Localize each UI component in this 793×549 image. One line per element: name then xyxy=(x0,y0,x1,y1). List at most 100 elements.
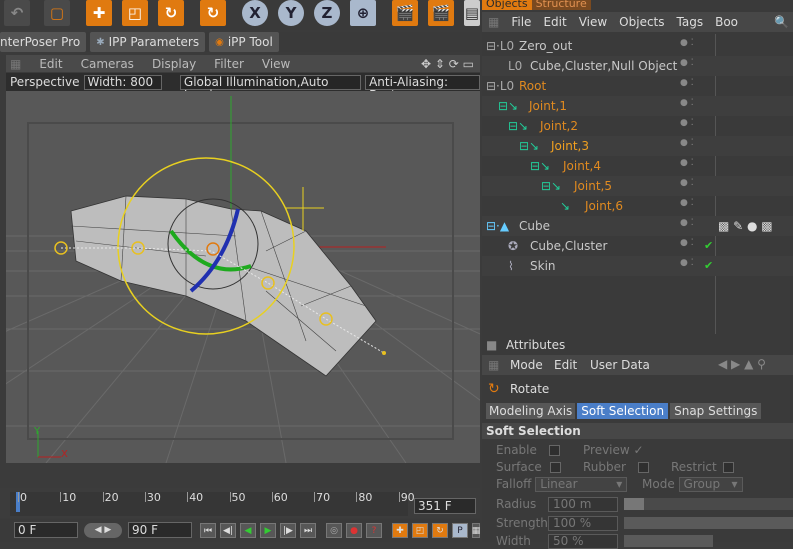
object-row[interactable]: ↘ Joint,6 xyxy=(482,196,793,216)
visibility-toggle[interactable]: ● ⁚ xyxy=(680,178,694,188)
menu-objects[interactable]: Objects xyxy=(619,15,664,29)
preview-check-icon[interactable]: ✓ xyxy=(634,443,644,457)
scale-icon[interactable]: ◰ xyxy=(122,0,148,26)
3d-viewport[interactable]: Y X xyxy=(6,91,480,463)
visibility-toggle[interactable]: ● ⁚ xyxy=(680,78,694,88)
rotate-key-icon[interactable]: ↻ xyxy=(432,523,448,538)
visibility-toggle[interactable]: ● ⁚ xyxy=(680,258,694,268)
mode-dropdown[interactable]: Group ▾ xyxy=(678,477,743,492)
menu-edit[interactable]: Edit xyxy=(39,57,62,71)
tab-soft-selection[interactable]: Soft Selection xyxy=(577,403,669,419)
visibility-toggle[interactable]: ● ⁚ xyxy=(680,38,694,48)
menu-bookmarks[interactable]: Boo xyxy=(715,15,738,29)
end-frame-field[interactable]: 351 F xyxy=(414,498,476,514)
x-axis-button[interactable]: X xyxy=(242,0,268,26)
tab-interposer-pro[interactable]: nterPoser Pro xyxy=(0,32,87,52)
tab-ipp-parameters[interactable]: ✱ IPP Parameters xyxy=(90,32,206,52)
enable-checkbox[interactable] xyxy=(548,445,560,456)
search-icon[interactable]: 🔍 xyxy=(774,15,789,29)
timeline[interactable]: 0 10 20 30 40 50 60 70 80 90 351 F xyxy=(0,488,480,518)
world-coords-icon[interactable]: ⊕ xyxy=(350,0,376,26)
menu-file[interactable]: File xyxy=(511,15,531,29)
radius-field[interactable]: 100 m xyxy=(548,497,618,512)
z-axis-button[interactable]: Z xyxy=(314,0,340,26)
step-back-icon[interactable]: ◀| xyxy=(220,523,236,538)
y-axis-button[interactable]: Y xyxy=(278,0,304,26)
enabled-check-icon[interactable]: ✔ xyxy=(704,239,713,252)
goto-end-icon[interactable]: ⏭ xyxy=(300,523,316,538)
record-keys-icon[interactable]: ◎ xyxy=(326,523,342,538)
menu-edit[interactable]: Edit xyxy=(554,358,577,372)
menu-edit[interactable]: Edit xyxy=(543,15,566,29)
restrict-checkbox[interactable] xyxy=(722,462,734,473)
surface-checkbox[interactable] xyxy=(549,462,561,473)
menu-filter[interactable]: Filter xyxy=(214,57,244,71)
nav-arrow-icons[interactable]: ◀ ▶ ▲ ⚲ xyxy=(718,357,766,371)
object-row[interactable]: ⊟·▲ Cube ▩ ✎ ● ▩ xyxy=(482,216,793,236)
visibility-toggle[interactable]: ● ⁚ xyxy=(680,138,694,148)
menu-view[interactable]: View xyxy=(579,15,607,29)
move-key-icon[interactable]: ✚ xyxy=(392,523,408,538)
tab-ipp-tool[interactable]: ◉ iPP Tool xyxy=(209,32,279,52)
object-row[interactable]: ⊟·L0 Zero_out xyxy=(482,36,793,56)
visibility-toggle[interactable]: ● ⁚ xyxy=(680,118,694,128)
cube-tags[interactable]: ▩ ✎ ● ▩ xyxy=(718,219,773,233)
menu-cameras[interactable]: Cameras xyxy=(81,57,134,71)
tab-structure[interactable]: Structure xyxy=(531,0,591,10)
object-row[interactable]: ⊟↘ Joint,1 xyxy=(482,96,793,116)
visibility-toggle[interactable]: ● ⁚ xyxy=(680,158,694,168)
viewport-nav-icons[interactable]: ✥ ⇕ ⟳ ▭ xyxy=(421,57,474,71)
record-icon[interactable]: ● xyxy=(346,523,362,538)
falloff-dropdown[interactable]: Linear ▾ xyxy=(535,477,628,492)
object-row[interactable]: ⌇ Skin xyxy=(482,256,793,276)
visibility-toggle[interactable]: ● ⁚ xyxy=(680,238,694,248)
max-frame-field[interactable]: 90 F xyxy=(128,522,192,538)
menu-display[interactable]: Display xyxy=(152,57,196,71)
menu-user-data[interactable]: User Data xyxy=(590,358,650,372)
current-frame-field[interactable]: 0 F xyxy=(14,522,78,538)
object-row[interactable]: ⊟↘ Joint,4 xyxy=(482,156,793,176)
rubber-checkbox[interactable] xyxy=(637,462,649,473)
object-row[interactable]: ⊟↘ Joint,3 xyxy=(482,136,793,156)
help-icon[interactable]: ? xyxy=(366,523,382,538)
tab-objects[interactable]: Objects xyxy=(482,0,532,10)
visibility-toggle[interactable]: ● ⁚ xyxy=(680,218,694,228)
object-row[interactable]: ⊟↘ Joint,5 xyxy=(482,176,793,196)
menu-tags[interactable]: Tags xyxy=(677,15,704,29)
visibility-toggle[interactable]: ● ⁚ xyxy=(680,98,694,108)
goto-start-icon[interactable]: ⏮ xyxy=(200,523,216,538)
tab-modeling-axis[interactable]: Modeling Axis xyxy=(486,403,576,419)
undo-icon[interactable]: ↶ xyxy=(4,0,30,26)
render-mode[interactable]: Global Illumination,Auto Load xyxy=(179,74,362,101)
strength-slider[interactable] xyxy=(624,517,793,529)
rotate-active-icon[interactable]: ↻ xyxy=(200,0,226,26)
render-picture-icon[interactable]: 🎬 xyxy=(428,0,454,26)
scale-key-icon[interactable]: ◰ xyxy=(412,523,428,538)
object-row[interactable]: L0 Cube,Cluster,Null Object xyxy=(482,56,793,76)
object-row[interactable]: ⊟·L0 Root xyxy=(482,76,793,96)
anti-aliasing[interactable]: Anti-Aliasing: Best xyxy=(365,74,481,101)
move-icon[interactable]: ✚ xyxy=(86,0,112,26)
param-key-icon[interactable]: P xyxy=(452,523,468,538)
width-slider[interactable] xyxy=(624,535,713,547)
object-row[interactable]: ⊟↘ Joint,2 xyxy=(482,116,793,136)
menu-mode[interactable]: Mode xyxy=(510,358,543,372)
frame-range-slider[interactable]: ◀ ▶ xyxy=(84,523,122,538)
menu-view[interactable]: View xyxy=(262,57,290,71)
step-forward-icon[interactable]: |▶ xyxy=(280,523,296,538)
play-icon[interactable]: ▶ xyxy=(260,523,276,538)
visibility-toggle[interactable]: ● ⁚ xyxy=(680,198,694,208)
visibility-toggle[interactable]: ● ⁚ xyxy=(680,58,694,68)
select-icon[interactable]: ▢ xyxy=(44,0,70,26)
render-view-icon[interactable]: 🎬 xyxy=(392,0,418,26)
radius-slider[interactable] xyxy=(624,498,793,510)
grid-key-icon[interactable]: ▦ xyxy=(472,523,480,538)
strength-field[interactable]: 100 % xyxy=(548,516,618,531)
enabled-check-icon[interactable]: ✔ xyxy=(704,259,713,272)
object-row[interactable]: ✪ Cube,Cluster xyxy=(482,236,793,256)
tab-snap-settings[interactable]: Snap Settings xyxy=(670,403,762,419)
play-back-icon[interactable]: ◀ xyxy=(240,523,256,538)
render-settings-icon[interactable]: ▤ xyxy=(464,0,480,26)
rotate-icon[interactable]: ↻ xyxy=(158,0,184,26)
width-box[interactable]: Width: 800 xyxy=(83,74,162,90)
